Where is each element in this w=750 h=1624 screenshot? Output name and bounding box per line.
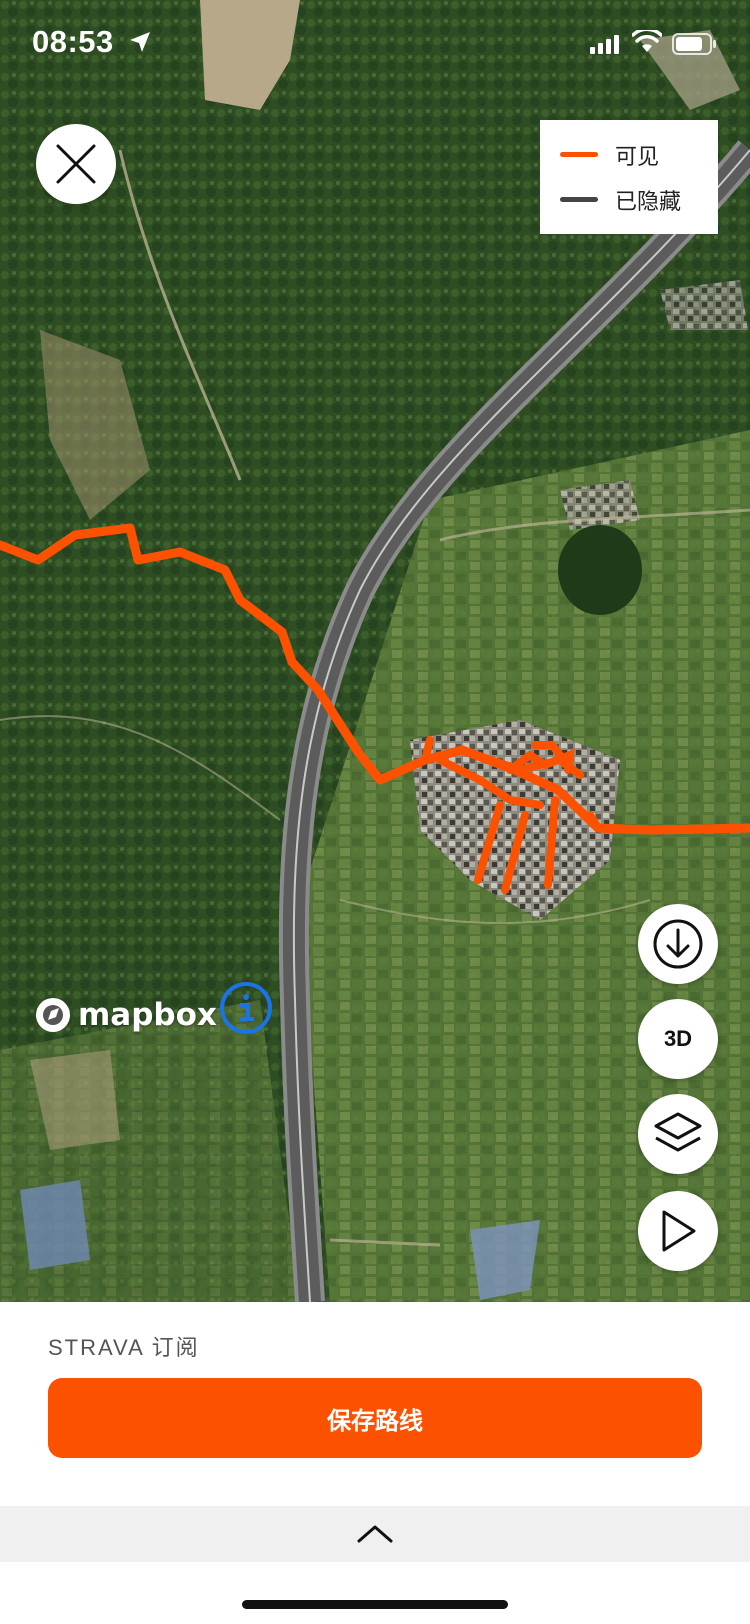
3d-label: 3D	[663, 1026, 693, 1051]
bottom-panel: STRAVA 订阅 保存路线	[0, 1302, 750, 1624]
wifi-icon	[632, 30, 662, 52]
play-flyover-button[interactable]	[638, 1191, 718, 1271]
mapbox-mark-icon	[36, 998, 70, 1032]
drawer-handle[interactable]	[0, 1506, 750, 1562]
home-indicator	[242, 1600, 508, 1609]
route-visibility-legend: 可见 已隐藏	[540, 120, 718, 234]
info-icon[interactable]	[218, 980, 274, 1036]
legend-label: 可见	[615, 143, 660, 169]
battery-icon	[672, 33, 716, 55]
legend-swatch-hidden	[560, 197, 598, 202]
3d-toggle-button[interactable]: 3D	[638, 999, 718, 1079]
save-route-button[interactable]: 保存路线	[48, 1378, 702, 1458]
legend-swatch-visible	[560, 152, 598, 157]
download-button[interactable]	[638, 904, 718, 984]
download-icon	[653, 919, 703, 969]
mapbox-wordmark: mapbox	[78, 997, 217, 1033]
mapbox-logo[interactable]: mapbox	[34, 996, 217, 1034]
legend-item-visible: 可见	[560, 132, 698, 177]
status-time: 08:53	[32, 24, 114, 59]
map-layers-button[interactable]	[638, 1094, 718, 1174]
status-bar: 08:53	[0, 0, 750, 90]
legend-item-hidden: 已隐藏	[560, 177, 698, 222]
cellular-signal-icon	[590, 35, 619, 54]
close-button[interactable]	[36, 124, 116, 204]
chevron-up-icon	[357, 1525, 393, 1543]
subscription-label: STRAVA 订阅	[48, 1335, 200, 1360]
location-arrow-icon	[130, 32, 150, 52]
legend-label: 已隐藏	[615, 188, 682, 214]
layers-icon	[654, 1112, 702, 1152]
close-icon	[56, 144, 96, 184]
play-icon	[662, 1210, 696, 1252]
